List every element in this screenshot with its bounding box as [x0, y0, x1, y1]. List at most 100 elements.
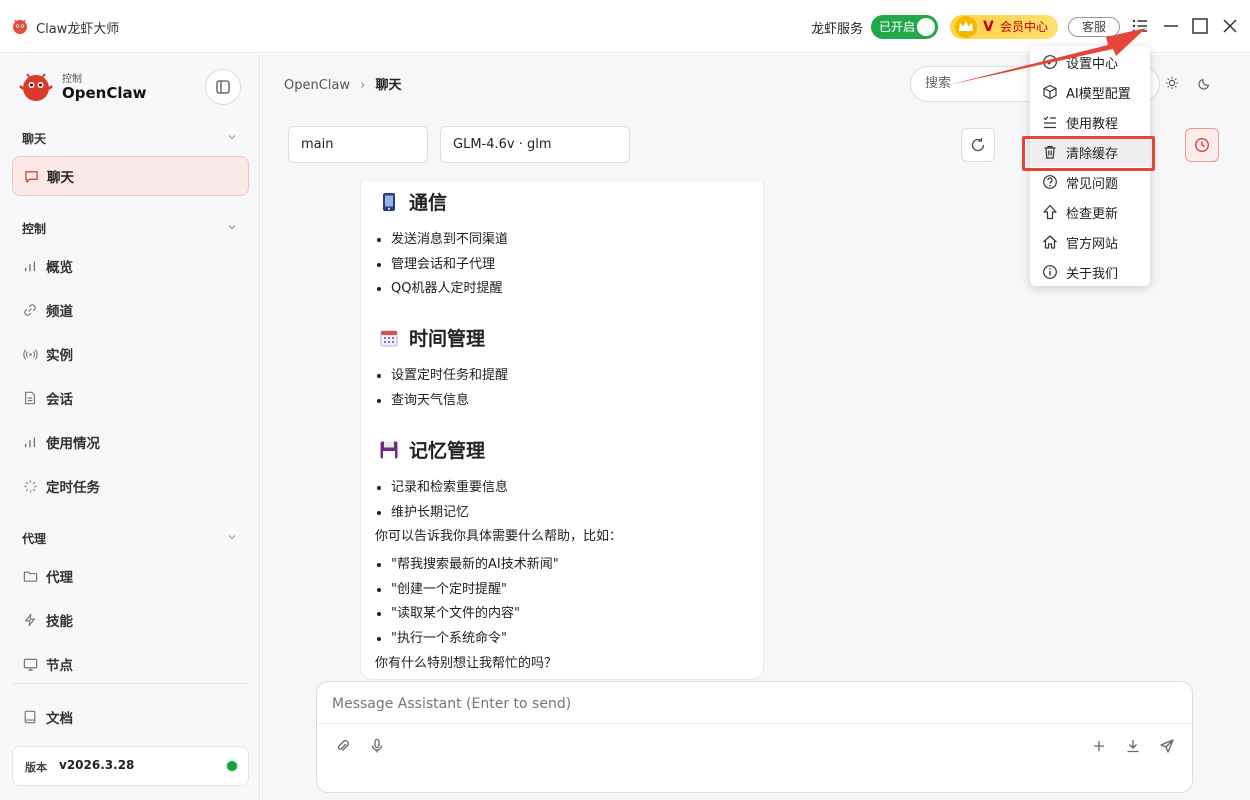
- send-icon[interactable]: [1159, 738, 1175, 754]
- sidebar-item-chat[interactable]: 聊天: [12, 156, 249, 196]
- brand-logo-icon: [19, 73, 53, 101]
- document-icon: [25, 391, 35, 405]
- sidebar-item-scheduled-tasks[interactable]: 定时任务: [12, 466, 249, 506]
- model-select[interactable]: GLM-4.6v · glm: [440, 126, 630, 163]
- sidebar-item-nodes[interactable]: 节点: [12, 644, 249, 684]
- section-label-chat: 聊天: [22, 132, 47, 146]
- support-button[interactable]: 客服: [1068, 17, 1120, 37]
- checklist-icon: [1043, 116, 1056, 129]
- list-item: 发送消息到不同渠道: [391, 228, 508, 253]
- download-icon[interactable]: [1125, 738, 1141, 754]
- breadcrumb-separator: ›: [360, 78, 366, 93]
- moon-icon[interactable]: [1198, 76, 1212, 90]
- list-item: "帮我搜索最新的AI技术新闻": [391, 553, 559, 578]
- list-item: "读取某个文件的内容": [391, 602, 559, 627]
- status-dot: [227, 761, 237, 771]
- section-label-control: 控制: [22, 222, 47, 236]
- list-item: 维护长期记忆: [391, 501, 508, 526]
- chat-bubble-icon: [24, 170, 38, 183]
- menu-item-settings[interactable]: 设置中心: [1030, 47, 1150, 77]
- list-item: 设置定时任务和提醒: [391, 364, 508, 389]
- sidebar-item-label: 节点: [46, 658, 73, 674]
- chevron-down-icon[interactable]: [227, 222, 237, 232]
- bullet-list: 设置定时任务和提醒 查询天气信息: [391, 364, 508, 413]
- message-heading: 时间管理: [379, 324, 485, 351]
- service-toggle[interactable]: 已开启: [871, 15, 938, 39]
- highlight-box: [1022, 136, 1155, 171]
- sidebar-item-label: 聊天: [47, 170, 74, 186]
- session-select[interactable]: main: [288, 126, 428, 163]
- sidebar-divider: [12, 683, 249, 684]
- sidebar-item-label: 文档: [46, 711, 73, 727]
- phone-emoji-icon: [383, 192, 395, 211]
- breadcrumb-root[interactable]: OpenClaw: [284, 78, 350, 93]
- chevron-down-icon[interactable]: [227, 132, 237, 142]
- vip-label: 会员中心: [1000, 20, 1049, 34]
- section-label-agents: 代理: [22, 532, 47, 546]
- attach-icon[interactable]: [335, 738, 351, 754]
- sidebar-panel-icon: [216, 80, 230, 94]
- plus-icon[interactable]: [1091, 738, 1107, 754]
- sidebar-item-label: 定时任务: [46, 480, 100, 496]
- list-item: 记录和检索重要信息: [391, 476, 508, 501]
- sidebar-item-docs[interactable]: 文档: [12, 697, 249, 737]
- close-icon[interactable]: [1221, 17, 1239, 35]
- message-heading: 通信: [379, 188, 447, 215]
- list-item: "执行一个系统命令": [391, 627, 559, 652]
- list-item: 查询天气信息: [391, 389, 508, 414]
- sidebar-item-usage[interactable]: 使用情况: [12, 422, 249, 462]
- message-input[interactable]: Message Assistant (Enter to send): [332, 696, 571, 712]
- sidebar-item-overview[interactable]: 概览: [12, 246, 249, 286]
- menu-list-icon[interactable]: [1131, 17, 1149, 35]
- floppy-emoji-icon: [380, 441, 398, 458]
- sidebar-item-channels[interactable]: 频道: [12, 290, 249, 330]
- menu-item-check-update[interactable]: 检查更新: [1030, 197, 1150, 227]
- chevron-down-icon[interactable]: [227, 532, 237, 542]
- clock-icon: [1194, 137, 1210, 153]
- version-label: 版本: [25, 761, 47, 774]
- brand-subtitle: 控制: [62, 74, 82, 85]
- menu-item-ai-model-config[interactable]: AI模型配置: [1030, 77, 1150, 107]
- service-label: 龙虾服务: [811, 22, 864, 37]
- bullet-list: 发送消息到不同渠道 管理会话和子代理 QQ机器人定时提醒: [391, 228, 508, 302]
- home-icon: [1043, 235, 1057, 249]
- message-composer[interactable]: Message Assistant (Enter to send): [316, 681, 1193, 793]
- microphone-icon[interactable]: [369, 738, 385, 754]
- link-icon: [24, 304, 36, 316]
- service-toggle-label: 已开启: [879, 20, 916, 34]
- refresh-button[interactable]: [961, 128, 995, 162]
- broadcast-icon: [22, 348, 38, 360]
- cube-icon: [1043, 84, 1057, 100]
- calendar-emoji-icon: [380, 330, 398, 346]
- sidebar-item-sessions[interactable]: 会话: [12, 378, 249, 418]
- maximize-icon[interactable]: [1191, 17, 1209, 35]
- vip-center-button[interactable]: V 会员中心: [950, 15, 1058, 39]
- history-button[interactable]: [1185, 128, 1219, 162]
- breadcrumb: OpenClaw › 聊天: [284, 74, 402, 93]
- minimize-icon[interactable]: [1162, 17, 1180, 35]
- info-icon: [1043, 265, 1057, 279]
- list-item: "创建一个定时提醒": [391, 578, 559, 603]
- monitor-icon: [23, 658, 37, 671]
- version-box: 版本 v2026.3.28: [12, 746, 249, 786]
- arrow-up-icon: [1043, 204, 1057, 220]
- app-logo-icon: [13, 19, 27, 34]
- sidebar-item-label: 实例: [46, 348, 73, 364]
- book-icon: [24, 710, 36, 724]
- sun-icon[interactable]: [1165, 76, 1179, 90]
- sidebar-item-skills[interactable]: 技能: [12, 600, 249, 640]
- list-item: QQ机器人定时提醒: [391, 277, 508, 302]
- sidebar-item-agents[interactable]: 代理: [12, 556, 249, 596]
- menu-item-official-site[interactable]: 官方网站: [1030, 227, 1150, 257]
- vip-mark: V: [983, 19, 994, 35]
- menu-item-tutorial[interactable]: 使用教程: [1030, 107, 1150, 137]
- collapse-sidebar-button[interactable]: [205, 69, 241, 105]
- version-value: v2026.3.28: [59, 758, 135, 772]
- menu-item-about[interactable]: 关于我们: [1030, 257, 1150, 287]
- bar-chart-icon: [24, 261, 36, 272]
- message-paragraph: 你可以告诉我你具体需要什么帮助，比如：: [375, 529, 623, 544]
- composer-divider: [317, 723, 1192, 724]
- menu-item-faq[interactable]: 常见问题: [1030, 167, 1150, 197]
- list-item: 管理会话和子代理: [391, 253, 508, 278]
- sidebar-item-instances[interactable]: 实例: [12, 334, 249, 374]
